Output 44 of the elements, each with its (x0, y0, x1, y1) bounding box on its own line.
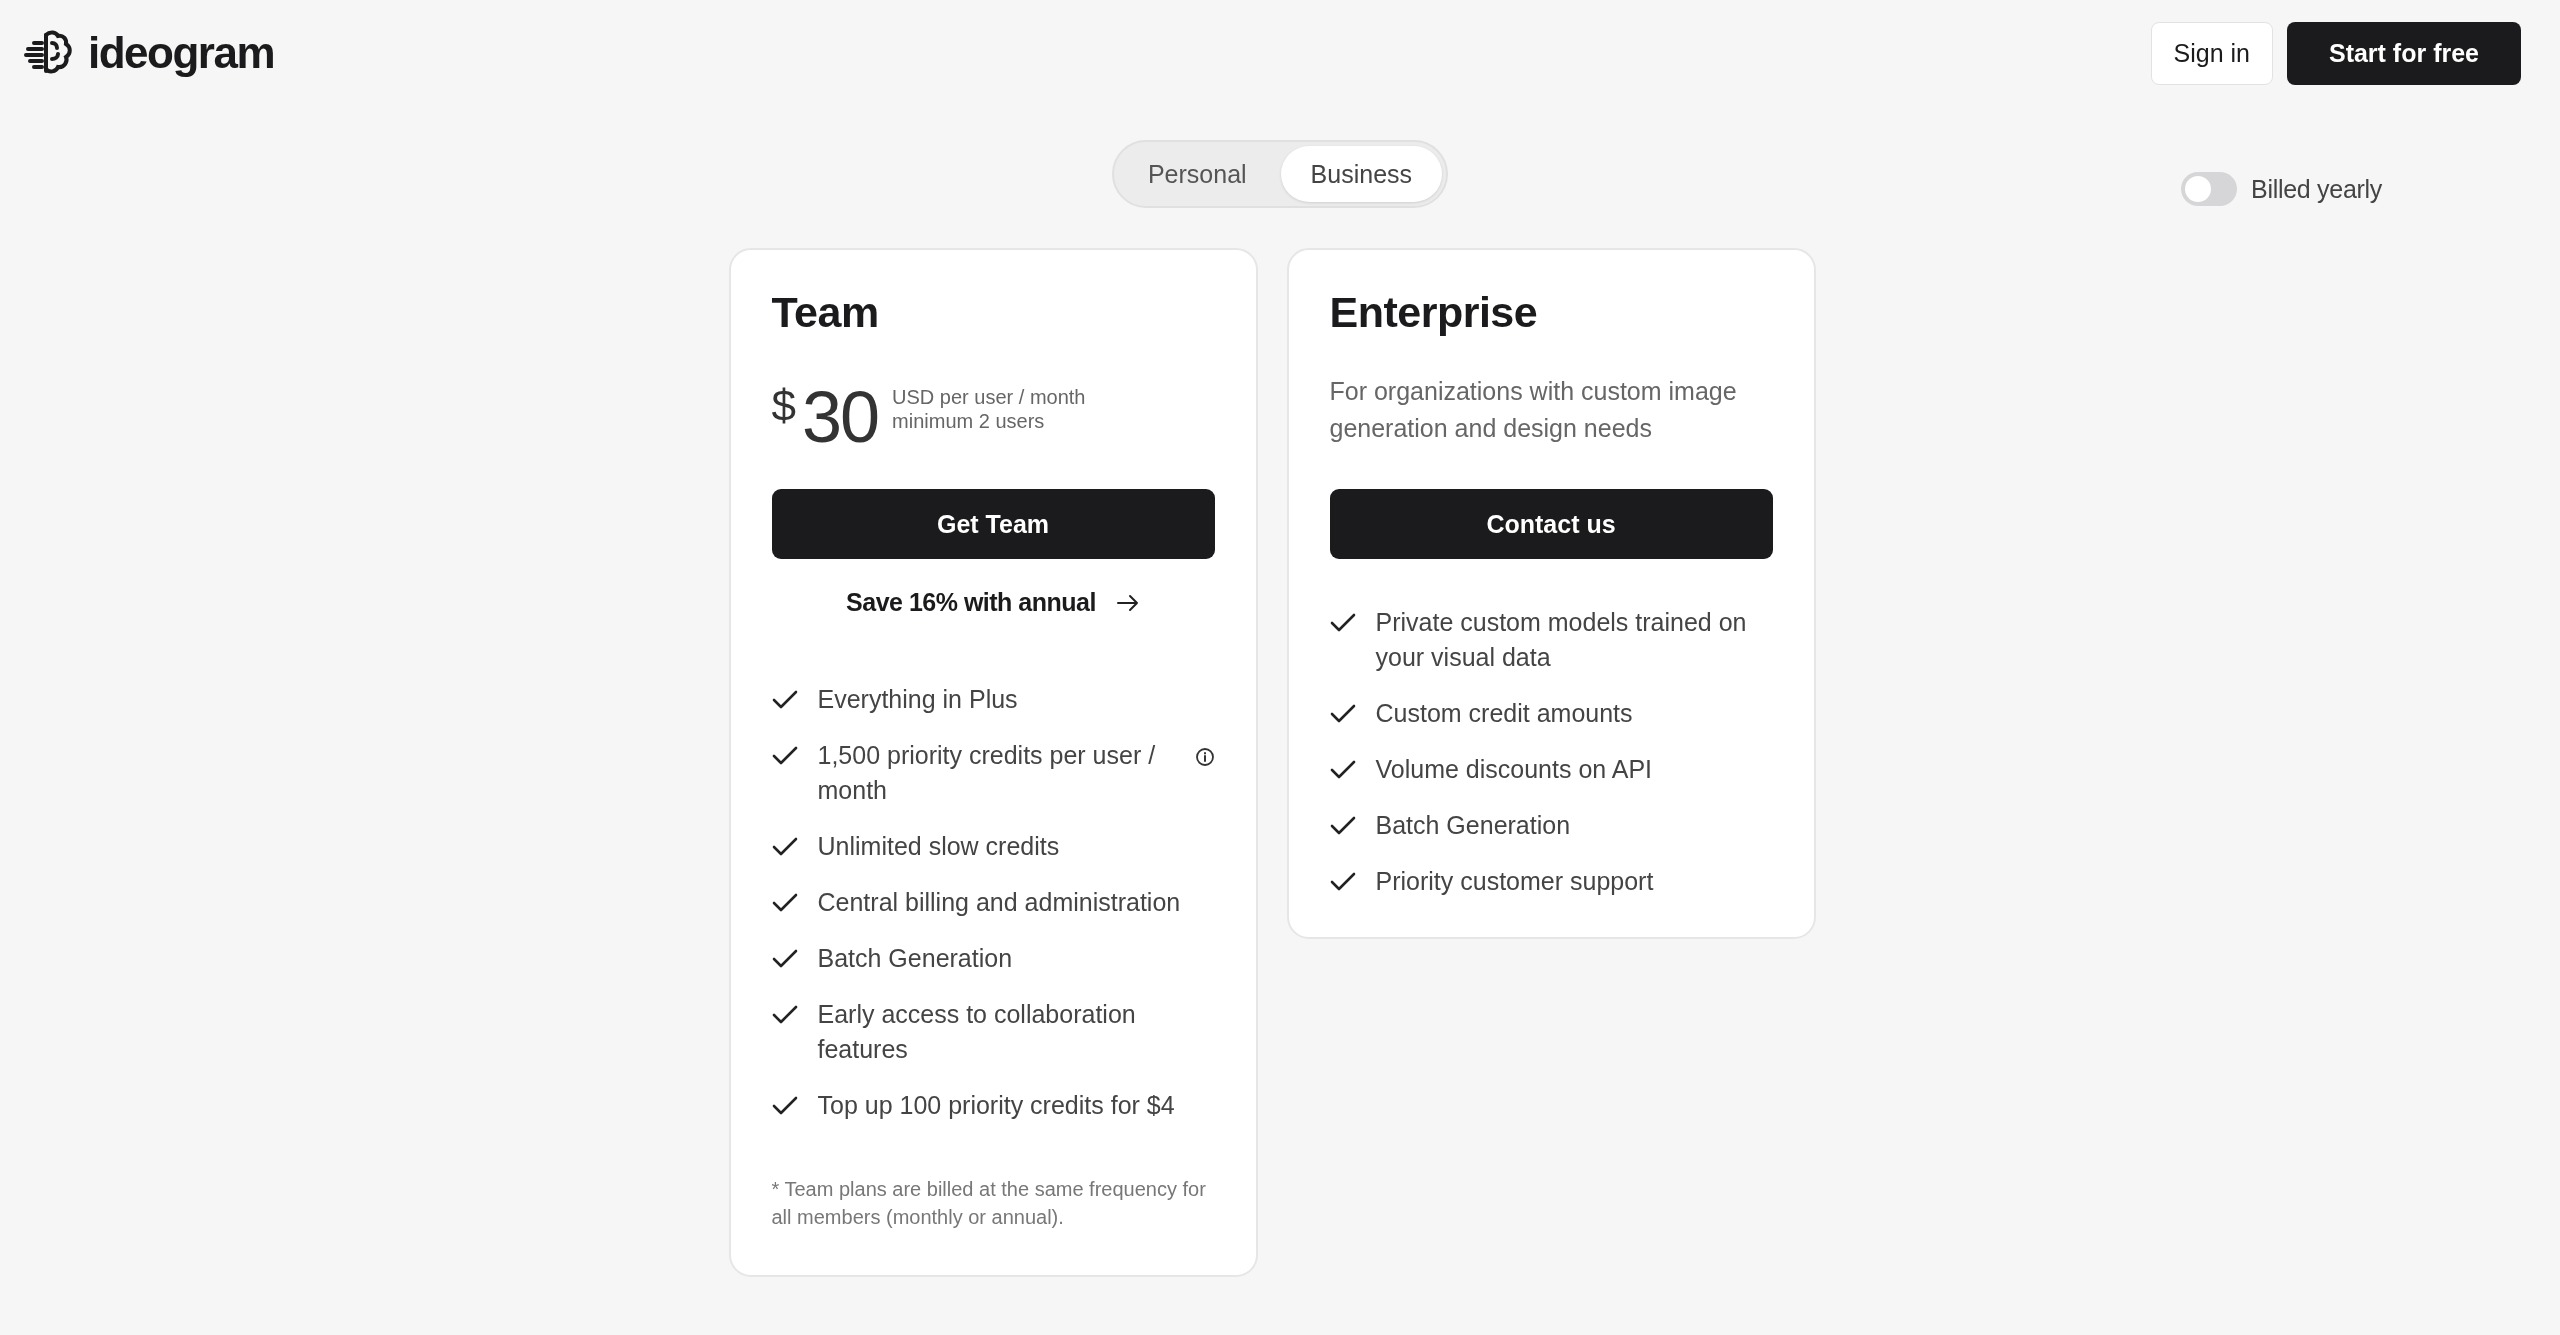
plan-type-tab[interactable]: Business (1280, 146, 1443, 202)
plan-cta-button[interactable]: Get Team (771, 489, 1215, 559)
check-icon (1329, 816, 1356, 836)
feature-text: Custom credit amounts (1375, 698, 1634, 729)
feature-text: Central billing and administration (817, 887, 1182, 918)
plan-description: For organizations with custom image generation and design needs (1329, 376, 1738, 444)
plan-type-tab[interactable]: Personal (1117, 146, 1277, 202)
footnote: * Team plans are billed at the same frequency for all members (monthly or annual). (771, 1177, 1207, 1230)
arrow-right-icon (1115, 592, 1140, 613)
price-amount: 30 (802, 381, 879, 453)
check-icon (771, 949, 798, 969)
price-note: USD per user / month (892, 385, 1086, 409)
plan-cta-button[interactable]: Contact us (1329, 489, 1773, 559)
currency-symbol: $ (771, 381, 796, 431)
check-icon (1329, 760, 1356, 780)
toggle-label: Billed yearly (2251, 174, 2382, 204)
feature-text: Early access to collaboration features (817, 999, 1137, 1065)
check-icon (1329, 704, 1356, 724)
plan-title: Team (771, 288, 880, 337)
check-icon (1329, 872, 1356, 892)
start-for-free-button[interactable]: Start for free (2286, 21, 2521, 85)
feature-text: Everything in Plus (817, 684, 1019, 715)
feature-text: Private custom models trained on your visual data (1375, 607, 1748, 673)
info-icon[interactable] (1194, 747, 1215, 767)
sign-in-button[interactable]: Sign in (2150, 21, 2273, 85)
plan-title: Enterprise (1329, 288, 1539, 337)
check-icon (771, 837, 798, 857)
feature-text: Batch Generation (817, 943, 1014, 974)
feature-text: 1,500 priority credits per user / month (817, 740, 1157, 806)
feature-text: Top up 100 priority credits for $4 (817, 1090, 1176, 1121)
price-note: minimum 2 users (892, 409, 1046, 433)
feature-text: Volume discounts on API (1375, 754, 1654, 785)
check-icon (1329, 613, 1356, 633)
check-icon (771, 1005, 798, 1025)
save-annual-link[interactable]: Save 16% with annual (840, 587, 1146, 618)
feature-text: Unlimited slow credits (817, 831, 1061, 862)
check-icon (771, 690, 798, 710)
check-icon (771, 893, 798, 913)
feature-text: Priority customer support (1375, 866, 1655, 897)
check-icon (771, 746, 798, 766)
check-icon (771, 1096, 798, 1116)
brand-name[interactable]: ideogram (88, 28, 275, 78)
feature-text: Batch Generation (1375, 810, 1572, 841)
billing-toggle-switch[interactable] (2181, 172, 2238, 206)
